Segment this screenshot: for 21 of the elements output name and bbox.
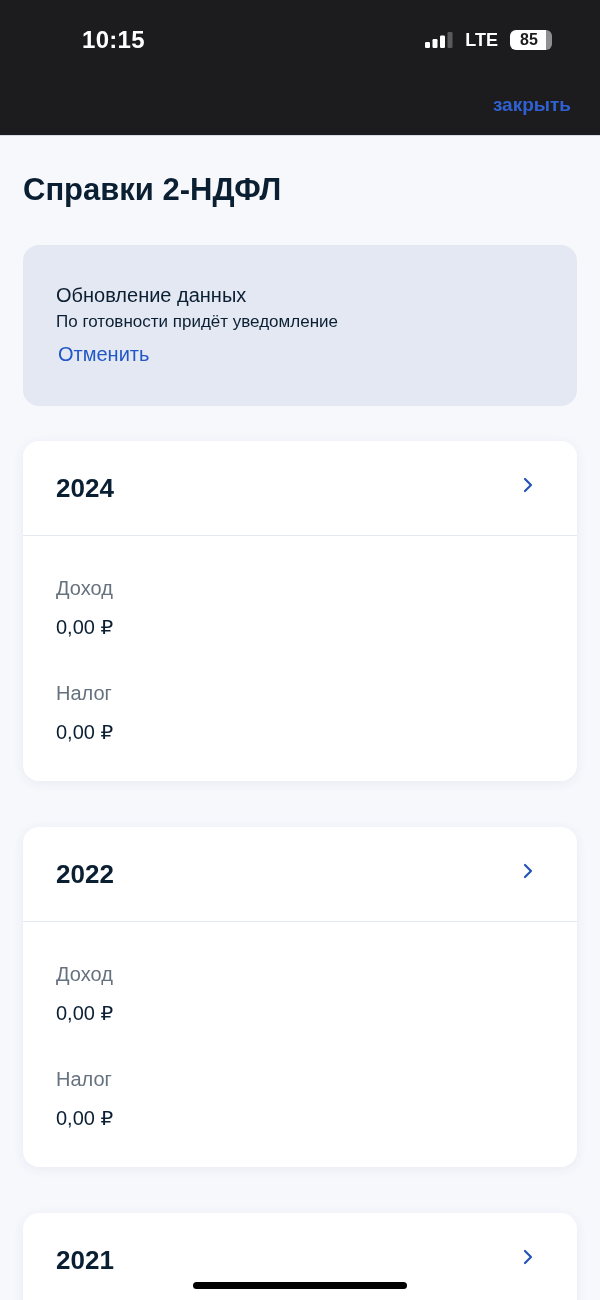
year-header[interactable]: 2024 (23, 441, 577, 536)
amount-value: 0,00 ₽ (56, 720, 114, 745)
amount-label: Налог (56, 1067, 112, 1092)
status-time: 10:15 (82, 26, 145, 54)
notice-text: По готовности придёт уведомление (56, 311, 339, 333)
notice-title: Обновление данных (56, 283, 248, 308)
amount-value: 0,00 ₽ (56, 1106, 114, 1131)
amount-label: Доход (56, 576, 113, 601)
year-header[interactable]: 2022 (23, 827, 577, 922)
battery-indicator: 85 (510, 30, 552, 50)
network-label: LTE (465, 29, 498, 51)
cancel-link[interactable]: Отменить (58, 341, 150, 367)
amount-label: Налог (56, 681, 112, 706)
chevron-right-icon (523, 477, 533, 493)
amount-label: Доход (56, 962, 113, 987)
amount-value: 0,00 ₽ (56, 615, 114, 640)
chevron-right-icon (523, 863, 533, 879)
amount-value: 0,00 ₽ (56, 1001, 114, 1026)
signal-icon (425, 32, 454, 48)
chevron-right-icon (523, 1249, 533, 1265)
page-title: Справки 2-НДФЛ (23, 171, 283, 209)
